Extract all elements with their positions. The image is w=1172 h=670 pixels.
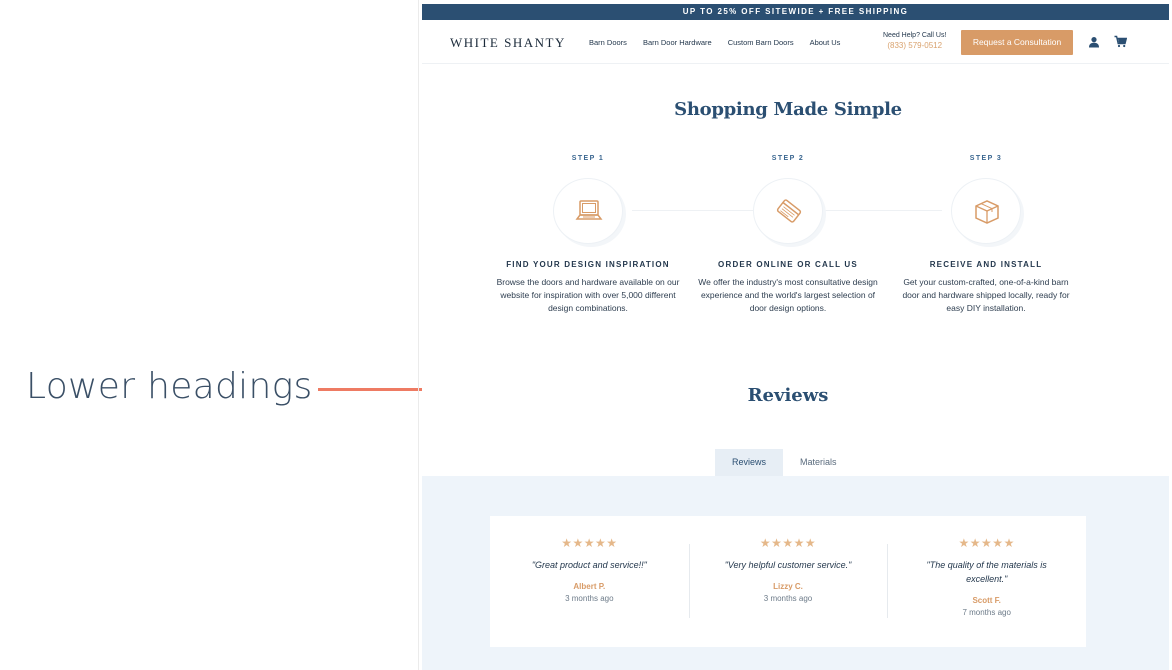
review-author: Scott F. (972, 596, 1001, 605)
star-rating-icon: ★★★★★ (759, 536, 817, 550)
shopping-heading: Shopping Made Simple (674, 99, 902, 120)
phone-link[interactable]: (833) 579-0512 (883, 41, 946, 50)
main-nav: Barn Doors Barn Door Hardware Custom Bar… (589, 38, 840, 47)
review-date: 7 months ago (962, 608, 1011, 617)
annotation-label: Lower headings (26, 366, 313, 407)
step-badge (753, 178, 823, 244)
review-item: ★★★★★ "Very helpful customer service." L… (688, 516, 888, 647)
step-1: STEP 1 FIND YOUR DESIGN INSPIRATION Brow… (496, 155, 680, 315)
step-badge (951, 178, 1021, 244)
step-description: Get your custom-crafted, one-of-a-kind b… (902, 277, 1070, 313)
review-date: 3 months ago (565, 594, 614, 603)
step-badge (553, 178, 623, 244)
request-consultation-button[interactable]: Request a Consultation (961, 30, 1073, 55)
review-author: Albert P. (573, 582, 606, 591)
step-label: STEP 3 (969, 155, 1003, 162)
step-title: RECEIVE AND INSTALL (929, 260, 1043, 269)
laptop-icon (575, 200, 603, 220)
nav-barn-doors[interactable]: Barn Doors (589, 38, 627, 47)
review-quote: "Great product and service!!" (531, 560, 647, 570)
step-3: STEP 3 RECEIVE AND INSTALL Get your cust… (894, 155, 1078, 315)
reviews-tabs: Reviews Materials (715, 449, 854, 476)
step-label: STEP 1 (571, 155, 605, 162)
step-title: ORDER ONLINE OR CALL US (718, 260, 858, 269)
reviews-section: ★★★★★ "Great product and service!!" Albe… (422, 476, 1169, 670)
nav-barn-door-hardware[interactable]: Barn Door Hardware (643, 38, 712, 47)
help-label: Need Help? Call Us! (883, 32, 947, 39)
promo-banner[interactable]: UP TO 25% OFF SITEWIDE + FREE SHIPPING (422, 4, 1169, 20)
review-date: 3 months ago (763, 594, 813, 603)
user-icon[interactable] (1088, 36, 1100, 48)
star-rating-icon: ★★★★★ (958, 536, 1015, 550)
reviews-heading: Reviews (747, 385, 829, 406)
step-2: STEP 2 ORDER ONLINE OR CALL US We offer … (696, 155, 880, 315)
nav-custom-barn-doors[interactable]: Custom Barn Doors (728, 38, 794, 47)
panel-divider (418, 0, 419, 670)
review-item: ★★★★★ "Great product and service!!" Albe… (490, 516, 689, 647)
package-icon (975, 200, 999, 224)
nav-about-us[interactable]: About Us (810, 38, 841, 47)
tab-reviews[interactable]: Reviews (715, 449, 784, 476)
review-author: Lizzy C. (773, 582, 803, 591)
step-title: FIND YOUR DESIGN INSPIRATION (506, 260, 670, 269)
star-rating-icon: ★★★★★ (561, 536, 618, 550)
credit-card-icon (776, 199, 802, 223)
step-description: We offer the industry's most consultativ… (698, 277, 878, 313)
step-label: STEP 2 (771, 155, 805, 162)
site-logo[interactable]: WHITE SHANTY (450, 35, 566, 51)
reviews-card: ★★★★★ "Great product and service!!" Albe… (490, 516, 1086, 647)
cart-icon[interactable] (1114, 35, 1127, 48)
review-quote: "Very helpful customer service." (724, 560, 852, 570)
website-frame: UP TO 25% OFF SITEWIDE + FREE SHIPPING W… (422, 4, 1169, 670)
help-contact: Need Help? Call Us! (833) 579-0512 (883, 32, 946, 50)
site-header: WHITE SHANTY Barn Doors Barn Door Hardwa… (422, 20, 1169, 64)
step-description: Browse the doors and hardware available … (496, 277, 680, 313)
review-quote: "The quality of the materials is excelle… (926, 560, 1047, 584)
review-item: ★★★★★ "The quality of the materials is e… (887, 516, 1086, 647)
tab-materials[interactable]: Materials (783, 449, 854, 476)
